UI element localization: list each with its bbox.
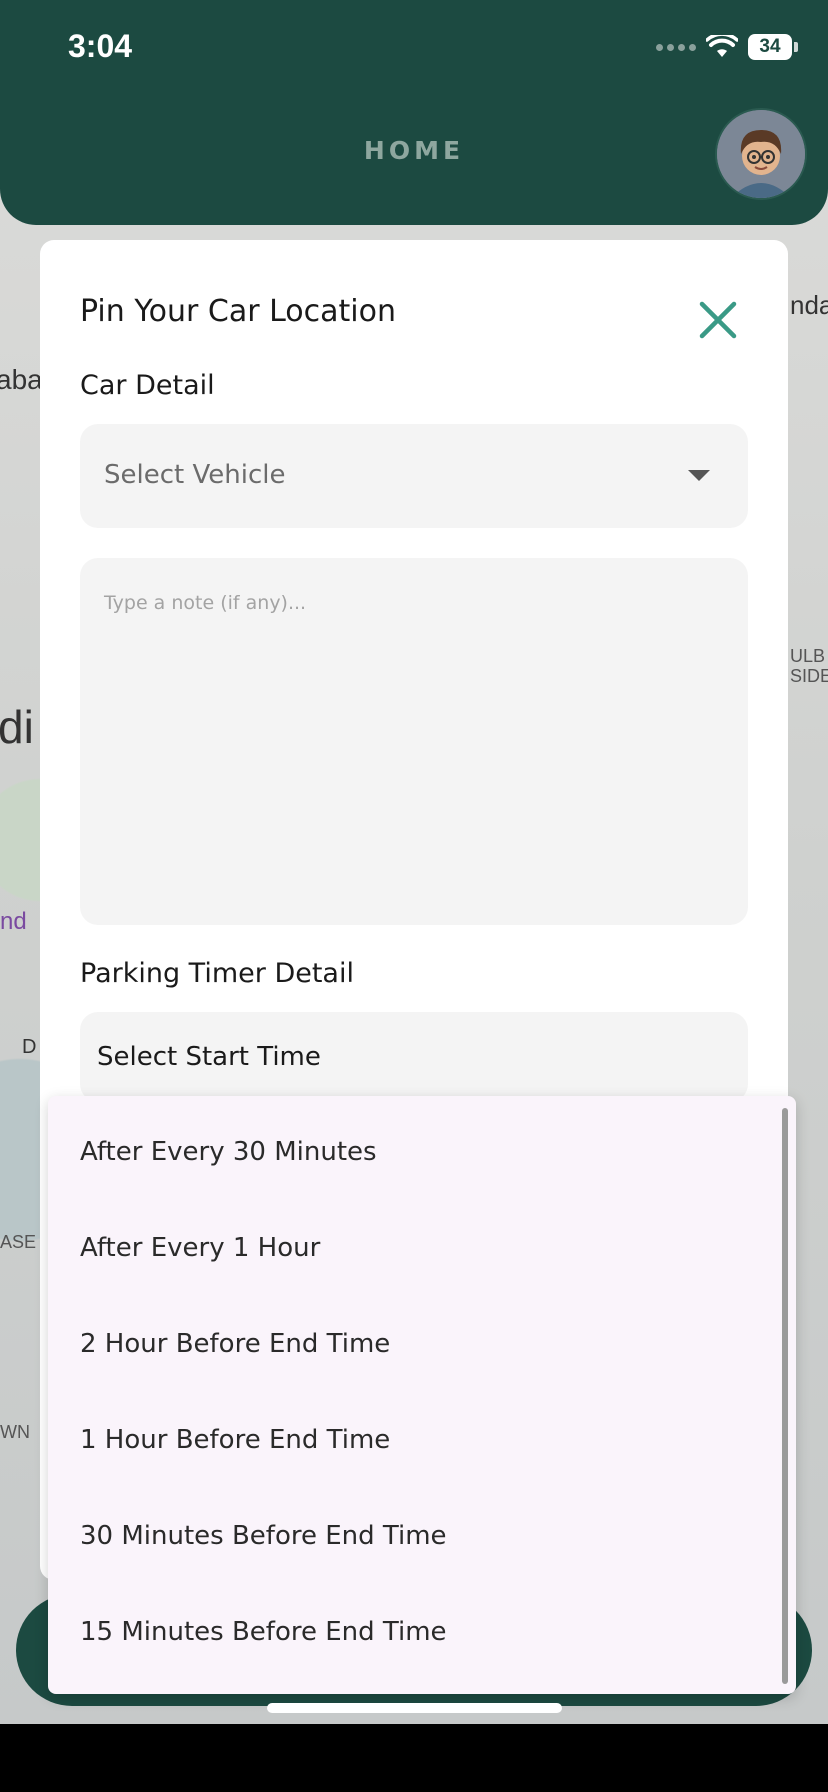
map-label: ASE — [0, 1232, 37, 1252]
chevron-down-icon — [688, 470, 710, 481]
cellular-signal-icon — [656, 43, 696, 51]
car-detail-label: Car Detail — [80, 370, 215, 401]
battery-tip — [794, 42, 798, 52]
map-label: aba — [0, 364, 43, 395]
dropdown-option[interactable]: 30 Minutes Before End Time — [80, 1506, 760, 1566]
map-label: di — [0, 701, 34, 753]
note-field[interactable] — [80, 558, 748, 925]
map-label: nda — [790, 290, 828, 320]
start-time-select[interactable]: Select Start Time — [80, 1012, 748, 1102]
vehicle-select[interactable]: Select Vehicle — [80, 424, 748, 528]
dropdown-option[interactable]: 15 Minutes Before End Time — [80, 1602, 760, 1662]
app-header: 3:04 34 HOME — [0, 0, 828, 225]
system-bottom-bar — [0, 1724, 828, 1792]
modal-title: Pin Your Car Location — [80, 294, 396, 329]
vehicle-select-value: Select Vehicle — [104, 460, 286, 490]
status-time: 3:04 — [68, 28, 133, 64]
map-label: nd — [0, 908, 27, 935]
page-title: HOME — [363, 136, 465, 165]
parking-timer-label: Parking Timer Detail — [80, 958, 354, 989]
map-label: SIDE — [790, 666, 828, 686]
start-time-value: Select Start Time — [97, 1042, 321, 1072]
map-label: D — [22, 1036, 37, 1058]
note-input[interactable] — [80, 558, 748, 925]
map-label: WN — [0, 1422, 30, 1442]
dropdown-scrollbar[interactable] — [782, 1108, 788, 1684]
dropdown-option[interactable]: After Every 30 Minutes — [80, 1122, 760, 1182]
avatar-illustration-icon — [717, 110, 805, 198]
status-icons: 34 — [656, 34, 798, 60]
dropdown-option[interactable]: After Every 1 Hour — [80, 1218, 760, 1278]
home-indicator[interactable] — [267, 1703, 562, 1713]
avatar[interactable] — [715, 108, 807, 200]
close-icon — [699, 301, 737, 339]
battery-icon: 34 — [748, 34, 792, 60]
close-button[interactable] — [694, 296, 742, 344]
wifi-icon — [706, 35, 738, 57]
map-label: ULB — [790, 646, 826, 666]
dropdown-option[interactable]: 1 Hour Before End Time — [80, 1410, 760, 1470]
dropdown-option[interactable]: 2 Hour Before End Time — [80, 1314, 760, 1374]
